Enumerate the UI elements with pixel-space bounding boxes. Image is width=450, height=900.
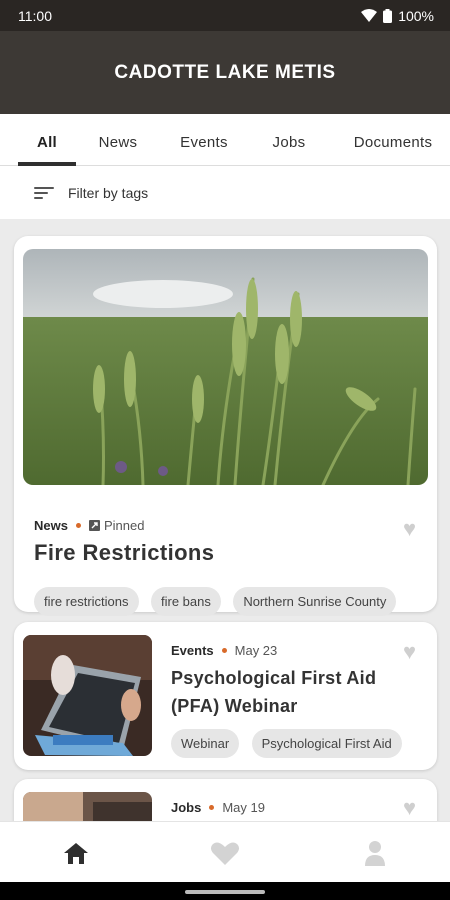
tag-chip[interactable]: fire bans — [150, 587, 221, 616]
heart-icon[interactable] — [209, 837, 241, 869]
wheat-field-photo — [23, 249, 428, 485]
tab-documents[interactable]: Documents — [338, 114, 448, 166]
bottom-nav — [0, 821, 450, 882]
pin-icon — [88, 520, 100, 531]
card-type: News — [34, 518, 68, 533]
tag-chip[interactable]: Webinar — [171, 729, 240, 758]
tab-bar: All News Events Jobs Documents — [0, 114, 450, 166]
meta-dot — [209, 805, 215, 810]
card-meta: Jobs May 19 — [171, 800, 265, 815]
battery-level: 100% — [398, 7, 434, 24]
tab-all[interactable]: All — [18, 114, 76, 166]
person-icon[interactable] — [359, 837, 391, 869]
meta-dot — [221, 648, 227, 653]
app-header: CADOTTE LAKE METIS — [0, 31, 450, 114]
card-type: Jobs — [171, 800, 202, 815]
feed-card-fire-restrictions[interactable]: News Pinned Fire Restrictions ♥ fire res… — [14, 236, 437, 616]
status-bar: 11:00 100% — [0, 0, 450, 31]
card-title: Fire Restrictions — [34, 540, 215, 565]
desk-photo — [23, 792, 152, 821]
wifi-icon — [361, 9, 378, 22]
tag-chip[interactable]: Psychological First Aid — [251, 729, 402, 758]
gesture-bar — [0, 882, 450, 900]
feed-card-pfa-webinar[interactable]: Events May 23 Psychological First Aid (P… — [14, 622, 437, 770]
home-gesture-handle[interactable] — [185, 890, 265, 894]
card-meta: Events May 23 — [171, 643, 277, 658]
favorite-heart-icon[interactable]: ♥ — [403, 797, 416, 819]
tag-chip[interactable]: Northern Sunrise County — [233, 587, 397, 616]
filter-label: Filter by tags — [68, 184, 149, 201]
tab-jobs[interactable]: Jobs — [258, 114, 320, 166]
tag-list: Webinar Psychological First Aid — [171, 729, 419, 758]
card-date: May 23 — [234, 643, 278, 658]
filter-icon — [34, 186, 56, 200]
favorite-heart-icon[interactable]: ♥ — [403, 641, 416, 663]
tab-events[interactable]: Events — [166, 114, 242, 166]
app-title: CADOTTE LAKE METIS — [114, 61, 336, 83]
card-date: May 19 — [222, 800, 265, 815]
battery-icon — [383, 8, 393, 23]
meta-dot — [75, 523, 81, 528]
card-title: Psychological First Aid (PFA) Webinar — [171, 668, 377, 716]
feed-card-job[interactable]: Jobs May 19 ♥ — [14, 779, 437, 821]
filter-bar[interactable]: Filter by tags — [0, 166, 450, 219]
tag-list: fire restrictions fire bans Northern Sun… — [34, 587, 404, 616]
favorite-heart-icon[interactable]: ♥ — [403, 518, 416, 540]
tag-chip[interactable]: fire restrictions — [34, 587, 139, 616]
feed-list[interactable]: News Pinned Fire Restrictions ♥ fire res… — [0, 219, 450, 821]
laptop-photo — [23, 635, 152, 756]
status-time: 11:00 — [18, 7, 52, 24]
pinned-badge: Pinned — [103, 518, 145, 533]
card-meta: News Pinned — [34, 518, 144, 533]
tab-news[interactable]: News — [88, 114, 148, 166]
home-icon[interactable] — [60, 837, 92, 869]
card-type: Events — [171, 643, 214, 658]
